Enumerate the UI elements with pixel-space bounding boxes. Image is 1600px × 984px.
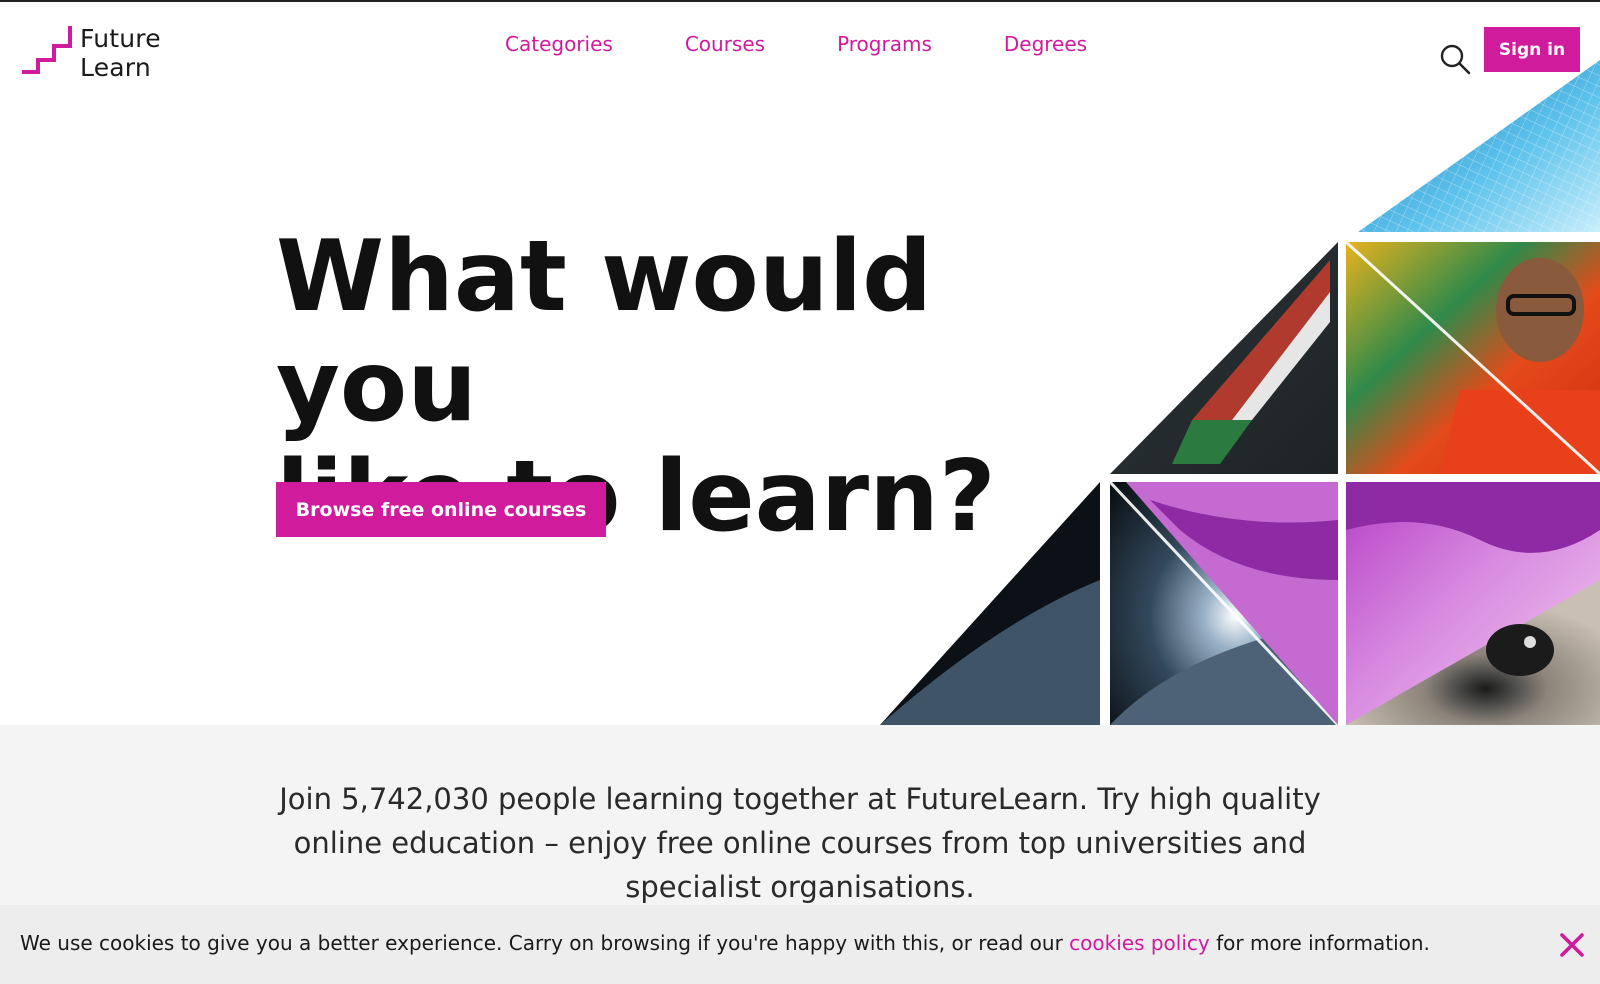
boy-with-painting-image [1344, 240, 1600, 476]
futurelearn-logo[interactable]: Future Learn [20, 24, 161, 82]
cookie-message: We use cookies to give you a better expe… [20, 931, 1430, 955]
logo-line-2: Learn [80, 53, 151, 82]
logo-stairs-icon [22, 26, 72, 74]
intro-text: Join 5,742,030 people learning together … [279, 782, 1321, 904]
hero-title-line-1: What would you [276, 220, 933, 444]
container-ship-image [1110, 242, 1338, 474]
cookie-banner: We use cookies to give you a better expe… [0, 905, 1600, 984]
nav-categories[interactable]: Categories [505, 32, 613, 56]
logo-line-1: Future [80, 24, 161, 53]
close-icon[interactable] [1558, 931, 1586, 959]
intro-section: Join 5,742,030 people learning together … [0, 725, 1600, 905]
cookie-text-before: We use cookies to give you a better expe… [20, 931, 1070, 955]
cookies-policy-link[interactable]: cookies policy [1069, 931, 1210, 955]
logo-wordmark: Future Learn [80, 24, 161, 82]
cookie-text-after: for more information. [1209, 931, 1430, 955]
hero-image-mosaic [880, 60, 1600, 725]
wireframe-terrain-image [1358, 60, 1600, 232]
browse-courses-button[interactable]: Browse free online courses [276, 482, 606, 537]
nav-degrees[interactable]: Degrees [1004, 32, 1087, 56]
nav-courses[interactable]: Courses [685, 32, 765, 56]
nav-programs[interactable]: Programs [837, 32, 932, 56]
main-nav: Categories Courses Programs Degrees [505, 32, 1087, 56]
